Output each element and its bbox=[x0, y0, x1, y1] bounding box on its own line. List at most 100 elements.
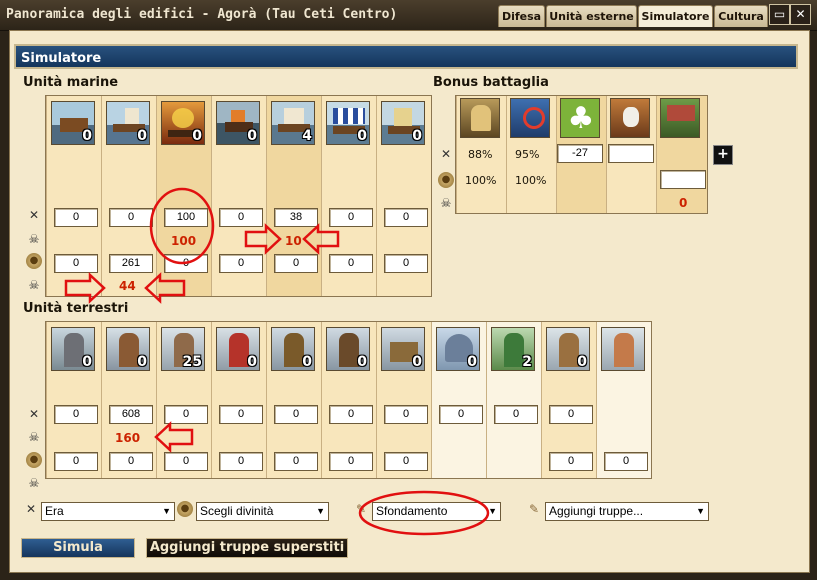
tower-icon bbox=[660, 98, 700, 138]
unit-centaur[interactable]: 0 bbox=[546, 327, 590, 371]
naval-attack-input[interactable]: 0 bbox=[54, 208, 98, 227]
land-attack-input[interactable]: 0 bbox=[329, 405, 373, 424]
unit-rider[interactable]: 0 bbox=[326, 327, 370, 371]
unit-fire-ship[interactable]: 0 bbox=[161, 101, 205, 145]
naval-defense-input[interactable]: 0 bbox=[164, 254, 208, 273]
land-defense-input[interactable]: 0 bbox=[329, 452, 373, 471]
naval-attack-input[interactable]: 38 bbox=[274, 208, 318, 227]
naval-defense-loss: 44 bbox=[119, 279, 136, 293]
hero-icon bbox=[610, 98, 650, 138]
unit-light-ship[interactable]: 0 bbox=[216, 101, 260, 145]
naval-attack-input[interactable]: 0 bbox=[109, 208, 153, 227]
unit-bireme[interactable]: 0 bbox=[106, 101, 150, 145]
land-attack-input[interactable]: 0 bbox=[54, 405, 98, 424]
attack-skull-icon: ☠ bbox=[28, 232, 40, 246]
bonus-defense-value: 100% bbox=[465, 174, 497, 187]
window-title: Panoramica degli edifici - Agorà (Tau Ce… bbox=[6, 7, 398, 22]
tab-cultura[interactable]: Cultura bbox=[714, 5, 768, 27]
morale-icon bbox=[510, 98, 550, 138]
bonus-defense-icon: ● bbox=[438, 172, 454, 188]
bonus-attack-value: 95% bbox=[515, 148, 540, 161]
naval-attack-input[interactable]: 0 bbox=[329, 208, 373, 227]
tab-difesa[interactable]: Difesa bbox=[498, 5, 545, 27]
unit-colonize-ship[interactable]: 0 bbox=[326, 101, 370, 145]
land-defense-shield-icon: ● bbox=[26, 452, 42, 468]
land-attack-input[interactable]: 0 bbox=[219, 405, 263, 424]
clover-icon: ♣ bbox=[560, 98, 600, 138]
land-attack-input[interactable]: 0 bbox=[384, 405, 428, 424]
land-attack-input[interactable]: 0 bbox=[164, 405, 208, 424]
chevron-down-icon: ▼ bbox=[316, 506, 325, 516]
land-defense-input[interactable]: 0 bbox=[54, 452, 98, 471]
land-attack-input[interactable]: 0 bbox=[494, 405, 538, 424]
land-attack-sword-icon: ✕ bbox=[28, 407, 40, 421]
wall-loss: 0 bbox=[679, 196, 688, 210]
naval-defense-input[interactable]: 0 bbox=[384, 254, 428, 273]
minimize-icon[interactable]: ▭ bbox=[769, 4, 790, 25]
land-attack-input[interactable]: 0 bbox=[439, 405, 483, 424]
land-defense-input[interactable]: 0 bbox=[109, 452, 153, 471]
simulator-panel: Simulatore Unità marine ✕ ☠ ● ☠ 0 0 0 0 … bbox=[9, 30, 810, 573]
unit-harpy[interactable]: 0 bbox=[436, 327, 480, 371]
bonus-attack-icon: ✕ bbox=[440, 147, 452, 161]
unit-trireme[interactable]: 4 bbox=[271, 101, 315, 145]
land-defense-input[interactable]: 0 bbox=[219, 452, 263, 471]
land-defense-input[interactable]: 0 bbox=[274, 452, 318, 471]
naval-title: Unità marine bbox=[23, 75, 119, 90]
naval-attack-input[interactable]: 0 bbox=[384, 208, 428, 227]
strategy-icon: ✎ bbox=[355, 502, 367, 516]
naval-defense-input[interactable]: 0 bbox=[274, 254, 318, 273]
tab-unita-esterne[interactable]: Unità esterne bbox=[546, 5, 637, 27]
naval-defense-input[interactable]: 261 bbox=[109, 254, 153, 273]
naval-defense-input[interactable]: 0 bbox=[54, 254, 98, 273]
naval-attack-input[interactable]: 100 bbox=[164, 208, 208, 227]
naval-attack-loss: 100 bbox=[171, 234, 197, 248]
unit-medusa[interactable]: 2 bbox=[491, 327, 535, 371]
land-defense-input[interactable]: 0 bbox=[549, 452, 593, 471]
simulate-button[interactable]: Simula bbox=[21, 538, 135, 558]
land-attack-skull-icon: ☠ bbox=[28, 430, 40, 444]
add-bonus-button[interactable]: + bbox=[713, 145, 733, 165]
land-defense-input[interactable]: 0 bbox=[384, 452, 428, 471]
window-titlebar: Panoramica degli edifici - Agorà (Tau Ce… bbox=[0, 0, 817, 31]
naval-defense-input[interactable]: 0 bbox=[219, 254, 263, 273]
unit-catapult[interactable]: 0 bbox=[381, 327, 425, 371]
luck-input[interactable]: -27 bbox=[557, 144, 603, 163]
attack-sword-icon: ✕ bbox=[28, 208, 40, 222]
land-attack-input[interactable]: 608 bbox=[109, 405, 153, 424]
unit-small-transporter[interactable]: 0 bbox=[381, 101, 425, 145]
naval-defense-input[interactable]: 0 bbox=[329, 254, 373, 273]
add-survivors-button[interactable]: Aggiungi truppe superstiti bbox=[146, 538, 348, 558]
land-defense-input[interactable]: 0 bbox=[604, 452, 648, 471]
tab-simulatore[interactable]: Simulatore bbox=[638, 5, 713, 27]
unit-big-transporter[interactable]: 0 bbox=[51, 101, 95, 145]
chevron-down-icon: ▼ bbox=[488, 506, 497, 516]
unit-extra[interactable] bbox=[601, 327, 645, 371]
god-coin-icon: ● bbox=[177, 501, 193, 517]
strategy-select[interactable]: Sfondamento ▼ bbox=[372, 502, 501, 521]
land-defense-skull-icon: ☠ bbox=[28, 476, 40, 490]
panel-header: Simulatore bbox=[14, 44, 798, 69]
scroll-icon: ✎ bbox=[528, 502, 540, 516]
wall-input[interactable] bbox=[660, 170, 706, 189]
god-select[interactable]: Scegli divinità ▼ bbox=[196, 502, 329, 521]
bonus-title: Bonus battaglia bbox=[433, 75, 549, 90]
land-attack-input[interactable]: 0 bbox=[274, 405, 318, 424]
unit-hoplite[interactable]: 0 bbox=[271, 327, 315, 371]
bonus-skull-icon: ☠ bbox=[440, 196, 452, 210]
land-attack-input[interactable]: 0 bbox=[549, 405, 593, 424]
unit-slinger[interactable]: 25 bbox=[161, 327, 205, 371]
land-defense-input[interactable]: 0 bbox=[164, 452, 208, 471]
unit-militia[interactable]: 0 bbox=[51, 327, 95, 371]
bonus-attack-value: 88% bbox=[468, 148, 493, 161]
unit-archer[interactable]: 0 bbox=[216, 327, 260, 371]
era-select[interactable]: Era ▼ bbox=[41, 502, 175, 521]
hero-input[interactable] bbox=[608, 144, 654, 163]
unit-sword[interactable]: 0 bbox=[106, 327, 150, 371]
add-troops-select[interactable]: Aggiungi truppe... ▼ bbox=[545, 502, 709, 521]
bonus-defense-value: 100% bbox=[515, 174, 547, 187]
defense-skull-icon: ☠ bbox=[28, 278, 40, 292]
chevron-down-icon: ▼ bbox=[162, 506, 171, 516]
naval-attack-input[interactable]: 0 bbox=[219, 208, 263, 227]
close-icon[interactable]: ✕ bbox=[790, 4, 811, 25]
